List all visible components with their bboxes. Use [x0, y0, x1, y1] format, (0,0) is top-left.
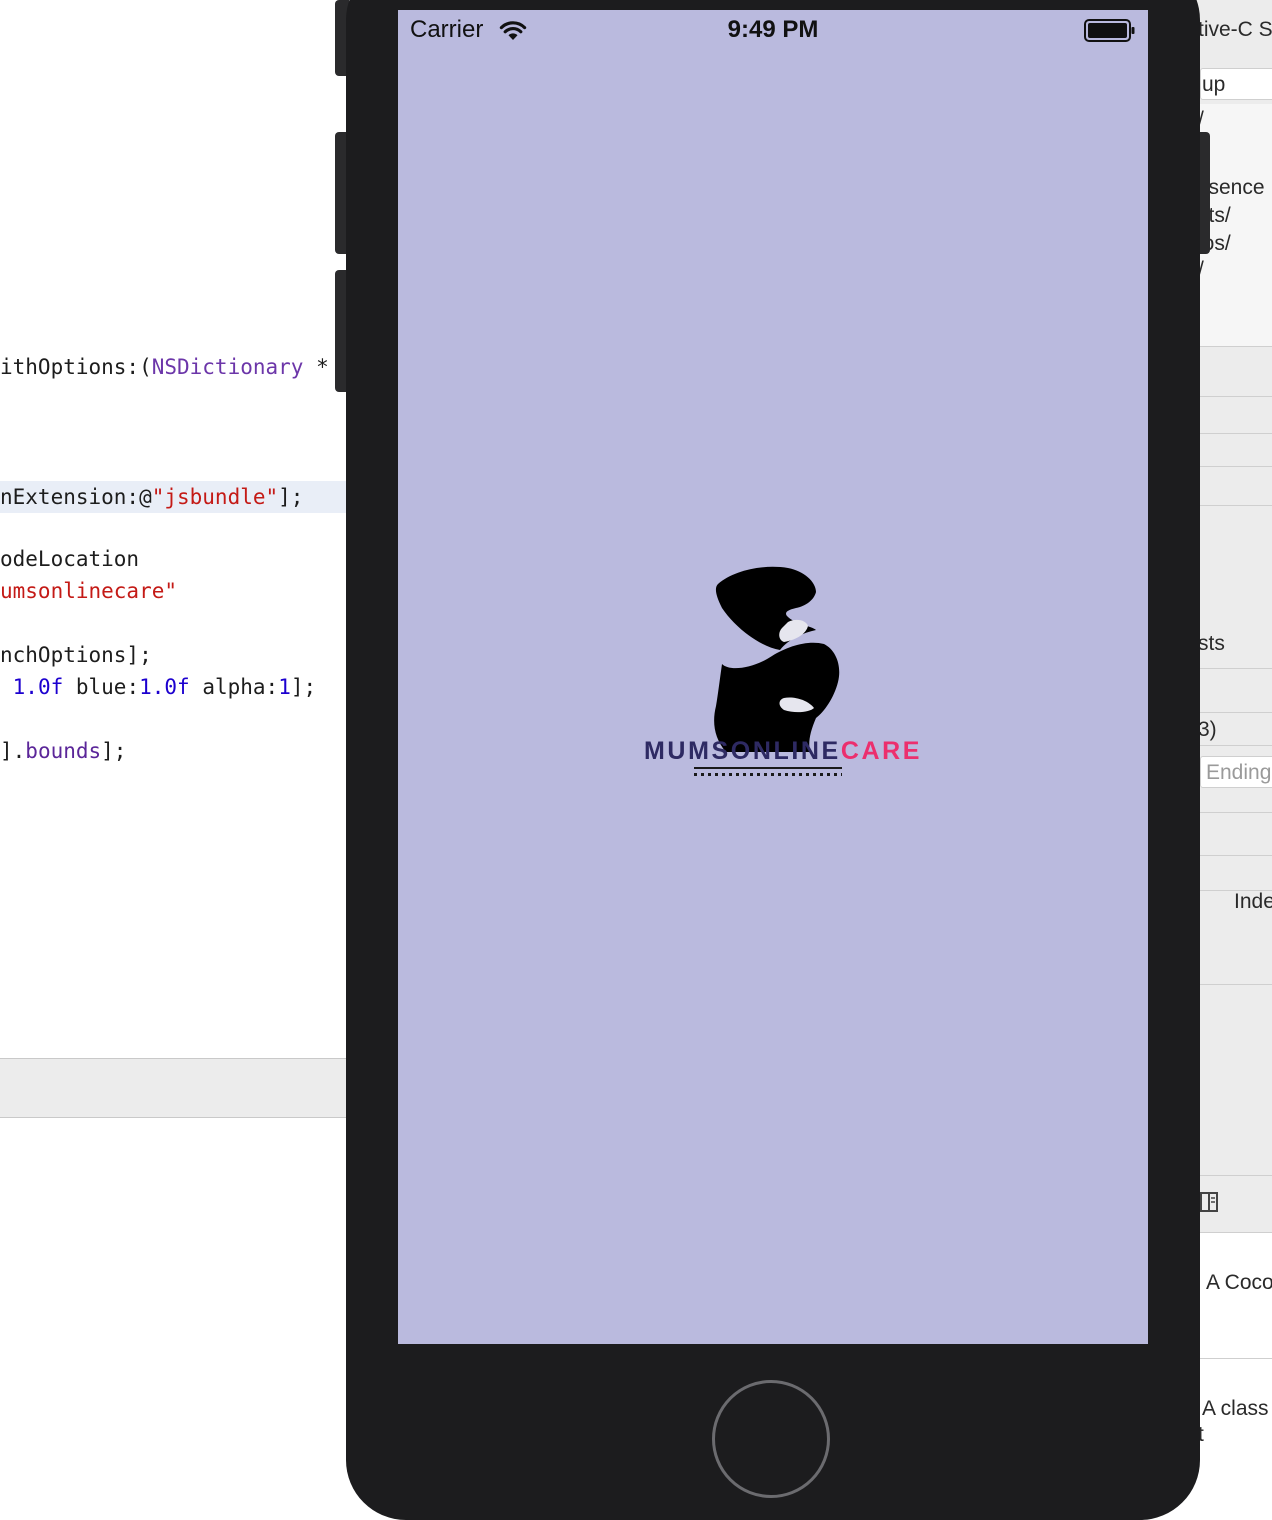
- code-text: *: [303, 355, 329, 379]
- brand-wordmark-part1: MUMSONLINE: [644, 737, 841, 765]
- inspector-divider: [1190, 745, 1272, 746]
- brand-wordmark: MUMSONLINECARE: [644, 737, 922, 766]
- inspector-divider: [1190, 712, 1272, 713]
- inspector-divider: [1190, 346, 1272, 347]
- inspector-divider: [1190, 1175, 1272, 1176]
- inspector-divider: [1190, 668, 1272, 669]
- brand-underline: [694, 767, 842, 769]
- inspector-divider: [1190, 984, 1272, 985]
- code-text: ].: [0, 739, 26, 763]
- code-editor[interactable]: ithOptions:(NSDictionary * nExtension:@"…: [0, 0, 346, 1058]
- brand-wordmark-part2: CARE: [840, 737, 923, 765]
- code-property: bounds: [25, 739, 102, 763]
- code-text: alpha:: [189, 675, 279, 699]
- brand-dotted-line: [694, 773, 842, 776]
- status-bar: Carrier 9:49 PM: [398, 10, 1148, 50]
- inspector-indent: Inde: [1234, 890, 1272, 913]
- code-string: "jsbundle": [151, 485, 279, 509]
- inspector-location: up: [1202, 73, 1226, 96]
- inspector-label: sts: [1198, 632, 1225, 655]
- code-number: 1.0f: [139, 675, 190, 699]
- inspector-divider: [1190, 396, 1272, 397]
- debug-bar[interactable]: [0, 1058, 346, 1118]
- inspector-language: tive-C S: [1198, 18, 1272, 41]
- library-item-description: A Coco: [1206, 1271, 1272, 1294]
- status-time: 9:49 PM: [727, 16, 819, 43]
- inspector-divider: [1190, 855, 1272, 856]
- code-line[interactable]: 1.0f blue:1.0f alpha:1];: [0, 675, 316, 699]
- code-number: 1: [278, 675, 291, 699]
- inspector-divider: [1190, 505, 1272, 506]
- inspector-divider: [1190, 1358, 1272, 1359]
- battery-icon: [1084, 19, 1135, 42]
- code-line[interactable]: nchOptions];: [0, 643, 152, 667]
- code-text: ];: [278, 485, 304, 509]
- inspector-divider: [1190, 433, 1272, 434]
- inspector-label: 3): [1198, 718, 1217, 741]
- code-line[interactable]: ithOptions:(NSDictionary *: [0, 355, 329, 379]
- code-line[interactable]: ].bounds];: [0, 739, 126, 763]
- code-line[interactable]: odeLocation: [0, 547, 139, 571]
- code-line[interactable]: umsonlinecare": [0, 579, 177, 603]
- inspector-divider: [1190, 812, 1272, 813]
- code-text: nExtension:@: [0, 485, 152, 509]
- simulator-screen[interactable]: Carrier 9:49 PM MUMSONLINECARE: [398, 10, 1148, 1344]
- code-text: blue:: [63, 675, 140, 699]
- debug-console[interactable]: [0, 1118, 346, 1470]
- code-type: NSDictionary: [151, 355, 304, 379]
- inspector-line-endings: Ending: [1206, 761, 1272, 784]
- code-text: ithOptions:(: [0, 355, 152, 379]
- inspector-divider: [1190, 466, 1272, 467]
- home-button[interactable]: [712, 1380, 830, 1498]
- inspector-library-icon[interactable]: [1198, 1190, 1222, 1220]
- code-number: 1.0f: [12, 675, 64, 699]
- code-text: ];: [290, 675, 317, 699]
- code-text: ];: [101, 739, 127, 763]
- code-line-highlighted[interactable]: nExtension:@"jsbundle"];: [0, 481, 346, 513]
- library-item-description: A class: [1202, 1397, 1269, 1420]
